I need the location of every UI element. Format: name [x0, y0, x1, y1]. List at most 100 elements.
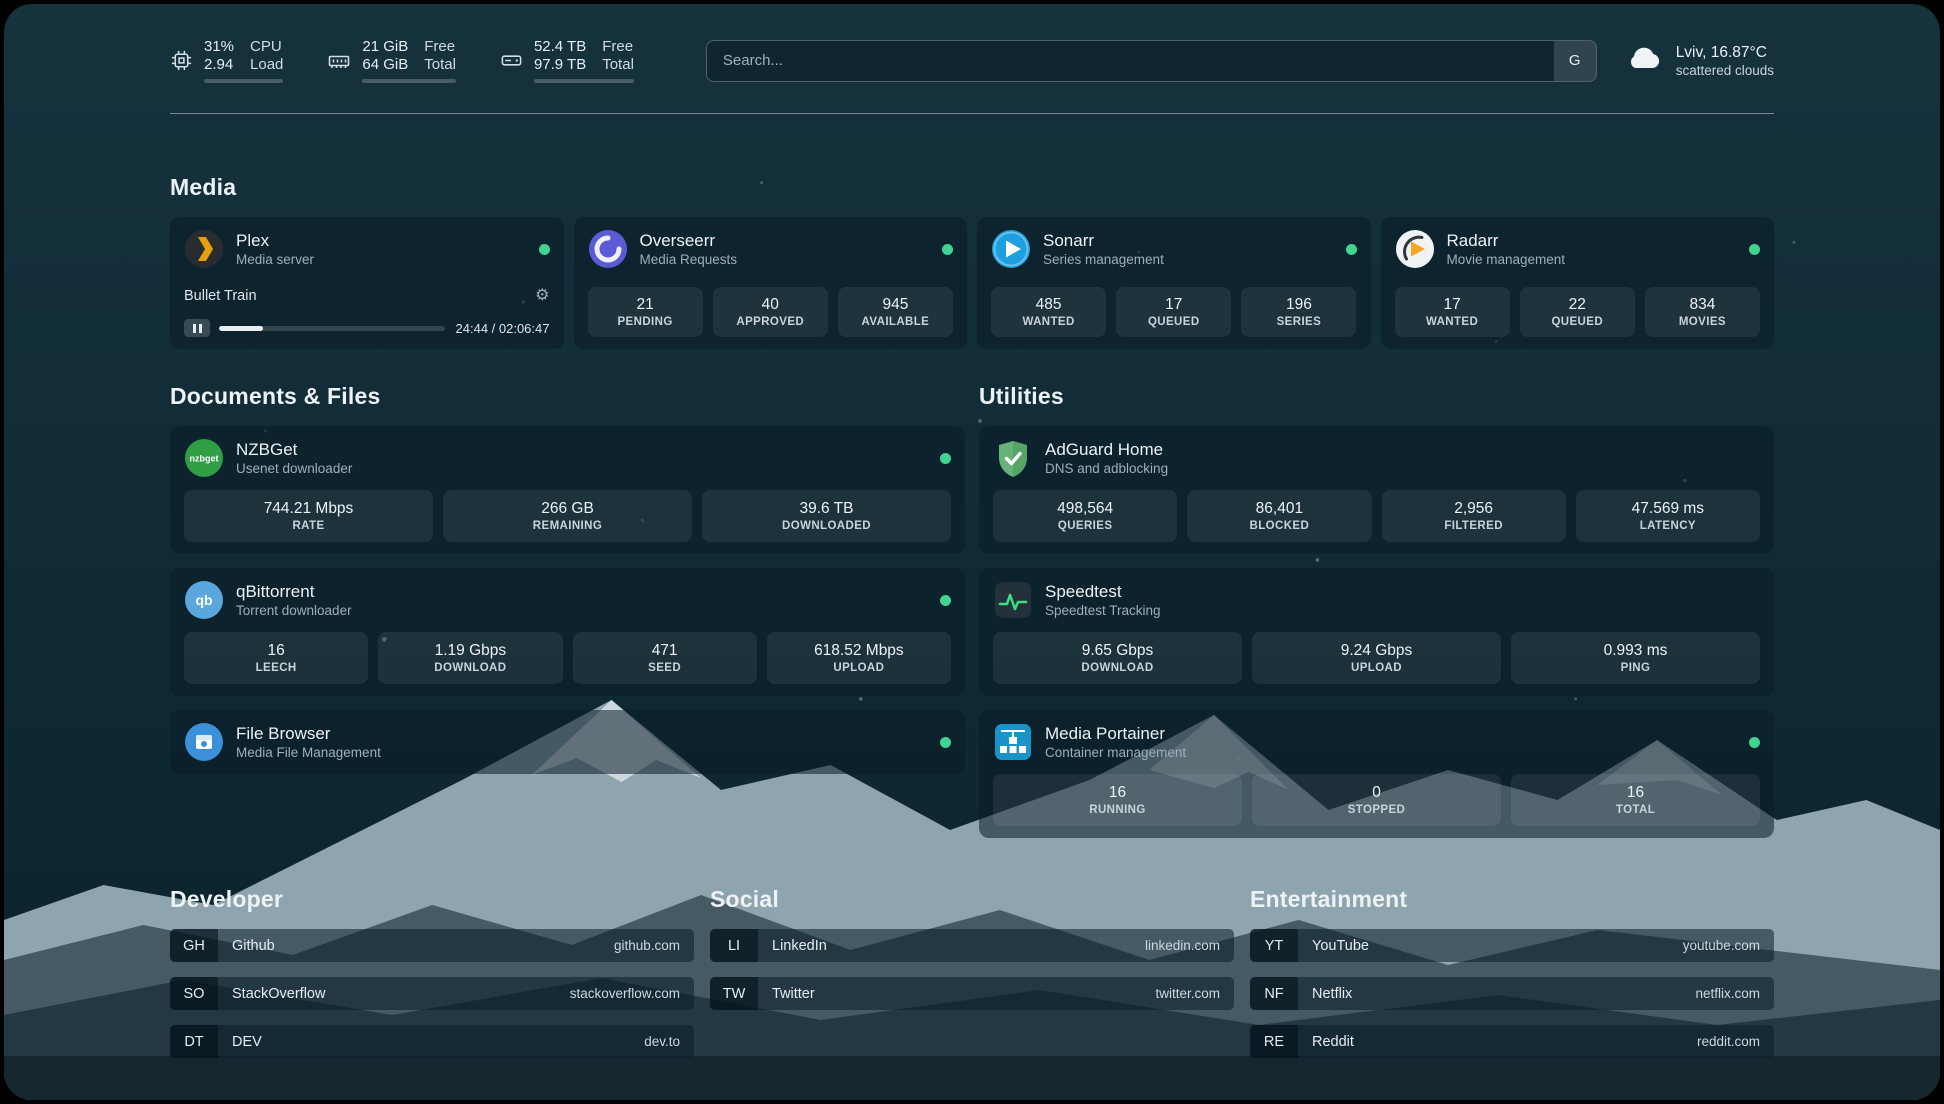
topbar: 31% CPU 2.94 Load 21 GiB Fr: [170, 4, 1774, 83]
bookmark-stackoverflow[interactable]: SO StackOverflow stackoverflow.com: [170, 977, 694, 1010]
memory-free: 21 GiB: [362, 38, 408, 56]
bookmark-youtube[interactable]: YT YouTube youtube.com: [1250, 929, 1774, 962]
settings-icon[interactable]: ⚙: [535, 288, 549, 304]
service-subtitle: Media Requests: [640, 251, 738, 268]
bookmark-abbr: DT: [170, 1025, 218, 1058]
stat-wanted: 485 WANTED: [991, 287, 1106, 337]
entertainment-title: Entertainment: [1250, 886, 1774, 913]
cpu-icon: [170, 49, 193, 72]
sonarr-card: Sonarr Series management 485 WANTED 17: [977, 217, 1371, 349]
speedtest-link[interactable]: Speedtest Speedtest Tracking: [993, 580, 1161, 620]
stat-pending: 21 PENDING: [588, 287, 703, 337]
overseerr-icon: [588, 229, 628, 269]
bookmark-abbr: YT: [1250, 929, 1298, 962]
weather-condition: scattered clouds: [1676, 62, 1774, 79]
stat-running: 16 RUNNING: [993, 774, 1242, 826]
stat-rate: 744.21 Mbps RATE: [184, 490, 433, 542]
stat-series: 196 SERIES: [1241, 287, 1356, 337]
bookmark-abbr: NF: [1250, 977, 1298, 1010]
cpu-load: 2.94: [204, 56, 234, 74]
status-dot: [539, 244, 550, 255]
status-dot: [940, 737, 951, 748]
service-name: Sonarr: [1043, 230, 1164, 251]
disk-progressbar: [534, 79, 634, 83]
service-subtitle: Torrent downloader: [236, 602, 352, 619]
filebrowser-card: File Browser Media File Management: [170, 710, 965, 774]
bookmark-netflix[interactable]: NF Netflix netflix.com: [1250, 977, 1774, 1010]
app-window: 31% CPU 2.94 Load 21 GiB Fr: [4, 4, 1940, 1100]
plex-icon: [184, 229, 224, 269]
bookmark-name: StackOverflow: [232, 986, 325, 1002]
filebrowser-link[interactable]: File Browser Media File Management: [184, 722, 381, 762]
topbar-divider: [170, 113, 1774, 114]
bookmark-url: dev.to: [644, 1034, 680, 1049]
weather-widget[interactable]: Lviv, 16.87°C scattered clouds: [1625, 43, 1774, 79]
bookmark-url: reddit.com: [1697, 1034, 1760, 1049]
stat-available: 945 AVAILABLE: [838, 287, 953, 337]
cpu-widget: 31% CPU 2.94 Load: [170, 38, 283, 83]
stat-upload: 9.24 Gbps UPLOAD: [1252, 632, 1501, 684]
disk-label-bottom: Total: [602, 56, 634, 74]
status-dot: [940, 453, 951, 464]
bookmark-abbr: GH: [170, 929, 218, 962]
service-subtitle: Container management: [1045, 744, 1186, 761]
section-social: Social LI LinkedIn linkedin.com TW Twitt…: [710, 886, 1234, 1058]
memory-label-bottom: Total: [424, 56, 456, 74]
portainer-link[interactable]: Media Portainer Container management: [993, 722, 1186, 762]
cpu-percent: 31%: [204, 38, 234, 56]
stat-download: 1.19 Gbps DOWNLOAD: [378, 632, 562, 684]
service-name: Plex: [236, 230, 314, 251]
stat-ping: 0.993 ms PING: [1511, 632, 1760, 684]
plex-link[interactable]: Plex Media server: [184, 229, 314, 269]
stat-latency: 47.569 ms LATENCY: [1576, 490, 1760, 542]
bookmark-reddit[interactable]: RE Reddit reddit.com: [1250, 1025, 1774, 1058]
stat-queries: 498,564 QUERIES: [993, 490, 1177, 542]
bookmark-name: Github: [232, 938, 275, 954]
adguard-link[interactable]: AdGuard Home DNS and adblocking: [993, 438, 1168, 478]
bookmark-abbr: RE: [1250, 1025, 1298, 1058]
bookmark-github[interactable]: GH Github github.com: [170, 929, 694, 962]
search-engine-button[interactable]: G: [1554, 41, 1596, 81]
stat-movies: 834 MOVIES: [1645, 287, 1760, 337]
radarr-card: Radarr Movie management 17 WANTED 22: [1381, 217, 1775, 349]
sonarr-link[interactable]: Sonarr Series management: [991, 229, 1164, 269]
stat-queued: 22 QUEUED: [1520, 287, 1635, 337]
stat-total: 16 TOTAL: [1511, 774, 1760, 826]
section-documents: Documents & Files nzbget: [170, 383, 965, 774]
service-subtitle: Speedtest Tracking: [1045, 602, 1161, 619]
stat-seed: 471 SEED: [573, 632, 757, 684]
service-name: AdGuard Home: [1045, 439, 1168, 460]
pause-button[interactable]: [184, 319, 210, 337]
now-playing-title: Bullet Train: [184, 288, 257, 304]
disk-label-top: Free: [602, 38, 634, 56]
media-title: Media: [170, 174, 1774, 201]
status-dot: [942, 244, 953, 255]
service-name: Overseerr: [640, 230, 738, 251]
nzbget-icon: nzbget: [184, 438, 224, 478]
speedtest-icon: [993, 580, 1033, 620]
radarr-link[interactable]: Radarr Movie management: [1395, 229, 1566, 269]
status-dot: [940, 595, 951, 606]
qbittorrent-link[interactable]: qb qBittorrent Torrent downloader: [184, 580, 352, 620]
bookmark-linkedin[interactable]: LI LinkedIn linkedin.com: [710, 929, 1234, 962]
stat-filtered: 2,956 FILTERED: [1382, 490, 1566, 542]
nzbget-link[interactable]: nzbget NZBGet Usenet downloader: [184, 438, 352, 478]
bookmark-dev[interactable]: DT DEV dev.to: [170, 1025, 694, 1058]
stat-upload: 618.52 Mbps UPLOAD: [767, 632, 951, 684]
bookmark-twitter[interactable]: TW Twitter twitter.com: [710, 977, 1234, 1010]
disk-widget: 52.4 TB Free 97.9 TB Total: [500, 38, 634, 83]
playback-progressbar[interactable]: [219, 326, 445, 331]
stat-blocked: 86,401 BLOCKED: [1187, 490, 1371, 542]
stat-download: 9.65 Gbps DOWNLOAD: [993, 632, 1242, 684]
disk-total: 97.9 TB: [534, 56, 586, 74]
status-dot: [1749, 244, 1760, 255]
radarr-icon: [1395, 229, 1435, 269]
service-name: Speedtest: [1045, 581, 1161, 602]
bookmark-url: twitter.com: [1155, 986, 1220, 1001]
bookmark-abbr: LI: [710, 929, 758, 962]
overseerr-link[interactable]: Overseerr Media Requests: [588, 229, 738, 269]
overseerr-card: Overseerr Media Requests 21 PENDING 40: [574, 217, 968, 349]
portainer-card: Media Portainer Container management 16 …: [979, 710, 1774, 838]
search-input[interactable]: [707, 52, 1554, 69]
svg-text:nzbget: nzbget: [190, 454, 219, 464]
